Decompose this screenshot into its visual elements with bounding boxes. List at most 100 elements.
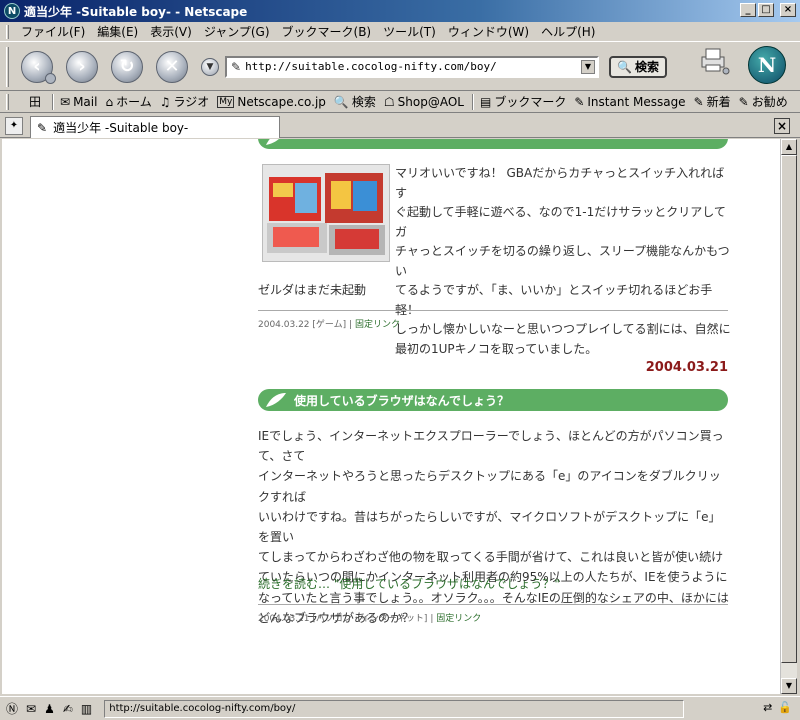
menu-file[interactable]: ファイル(F) (15, 23, 91, 40)
menu-edit[interactable]: 編集(E) (91, 23, 144, 40)
new-tab-button[interactable]: ✦ (5, 117, 23, 135)
menu-view[interactable]: 表示(V) (144, 23, 198, 40)
tab-bar: ✦ ✎ 適当少年 -Suitable boy- × (0, 114, 800, 138)
forward-arrow-icon: › (78, 56, 86, 77)
minimize-button[interactable]: _ (740, 3, 756, 17)
search-link[interactable]: 🔍 検索 (334, 93, 376, 110)
scroll-thumb[interactable] (781, 155, 797, 663)
menu-help[interactable]: ヘルプ(H) (535, 23, 601, 40)
link-icon: ✎ (693, 94, 704, 109)
scroll-down-button[interactable]: ▼ (781, 678, 797, 694)
toolbar-grip[interactable] (6, 24, 9, 39)
url-bar[interactable]: ✎ http://suitable.cocolog-nifty.com/boy/… (225, 55, 599, 78)
aim-icon[interactable]: ♟ (44, 702, 55, 716)
link-icon: ✎ (574, 94, 585, 109)
window-title: 適当少年 -Suitable boy- - Netscape (24, 4, 248, 19)
composer-icon[interactable]: ✍ (63, 702, 73, 716)
history-dropdown-button[interactable]: ▼ (201, 57, 219, 76)
post-header-cut (258, 139, 728, 149)
close-button[interactable]: × (780, 3, 796, 17)
post1-permalink[interactable]: 固定リンク (355, 320, 400, 330)
close-tab-button[interactable]: × (774, 118, 790, 134)
navigation-toolbar: ‹ › ↻ ✕ ▼ ✎ http://suitable.cocolog-nift… (0, 43, 800, 91)
netscape-status-icon[interactable]: Ⓝ (6, 700, 18, 717)
search-button[interactable]: 🔍 検索 (609, 55, 667, 78)
netscape-app-icon[interactable]: N (4, 3, 20, 19)
post2-title[interactable]: 使用しているブラウザはなんでしょう？ (294, 392, 509, 409)
new-tab-icon: ✦ (9, 120, 19, 131)
leaf-icon (266, 393, 286, 407)
shop-icon: ☖ (383, 94, 395, 109)
maximize-button[interactable]: □ (758, 3, 774, 17)
page-content: マリオいいですね！ GBAだからカチャっとスイッチ入れればす ぐ起動して手軽に遊… (2, 139, 780, 694)
bookmark-folder-icon: ▤ (479, 94, 492, 109)
security-lock-icon[interactable]: 🔓 (778, 701, 792, 714)
window-controls: _ □ × (740, 3, 796, 17)
address-book-icon[interactable]: ▥ (81, 702, 92, 716)
mail-icon: ✉ (60, 94, 71, 109)
arrow-up-icon: ▲ (785, 142, 793, 151)
leaf-icon (266, 139, 279, 145)
page-link-icon: ✎ (231, 59, 242, 74)
instant-message-link[interactable]: ✎ Instant Message (574, 95, 685, 109)
url-dropdown-button[interactable]: ▼ (581, 59, 595, 74)
reload-icon: ↻ (119, 56, 135, 77)
back-arrow-icon: ‹ (33, 56, 41, 77)
post2-header[interactable]: 使用しているブラウザはなんでしょう？ (258, 389, 728, 411)
arrow-down-icon: ▼ (785, 681, 793, 690)
connection-icon: ⇄ (763, 701, 773, 714)
status-indicators: ⇄ 🔓 (763, 701, 792, 714)
magnifier-icon: 🔍 (617, 59, 632, 74)
forward-button[interactable]: › (66, 50, 98, 83)
scroll-up-button[interactable]: ▲ (781, 139, 797, 155)
post2-date-header: 2004.03.21 (645, 360, 728, 375)
stop-button[interactable]: ✕ (156, 50, 188, 83)
home-link[interactable]: ⌂ ホーム (105, 93, 151, 110)
print-icon[interactable] (698, 47, 730, 75)
home-icon: ⌂ (105, 94, 114, 109)
toolbar-grip[interactable] (6, 46, 9, 87)
recommend-link[interactable]: ✎ お勧め (739, 93, 788, 110)
post1-date: 2004.03.22 (258, 320, 310, 330)
search-button-label: 検索 (634, 60, 659, 74)
radio-link[interactable]: ♫ ラジオ (160, 93, 210, 110)
post2-category[interactable]: [パソコン・インターネット] (312, 614, 427, 624)
post2-date: 2004.03.21 (258, 614, 310, 624)
post2-meta: 2004.03.21 [パソコン・インターネット] | 固定リンク (258, 604, 728, 624)
chevron-down-icon: ▼ (206, 61, 214, 72)
tab-current[interactable]: ✎ 適当少年 -Suitable boy- (30, 116, 280, 138)
post1-category[interactable]: [ゲーム] (312, 320, 346, 330)
menu-bar: ファイル(F) 編集(E) 表示(V) ジャンプ(G) ブックマーク(B) ツー… (0, 22, 800, 42)
sidebar-toggle-button[interactable]: 田 (29, 93, 44, 110)
url-text[interactable]: http://suitable.cocolog-nifty.com/boy/ (245, 60, 497, 73)
mail-link[interactable]: ✉ Mail (60, 95, 97, 109)
toolbar-grip[interactable] (6, 93, 9, 110)
shop-aol-link[interactable]: ☖ Shop@AOL (384, 95, 464, 109)
search-icon: 🔍 (333, 94, 349, 109)
gba-boxes-image (263, 165, 389, 261)
vertical-scrollbar[interactable]: ▲ ▼ (780, 139, 797, 694)
tabs-icon: 田 (29, 95, 42, 109)
reload-button[interactable]: ↻ (111, 50, 143, 83)
menu-window[interactable]: ウィンドウ(W) (442, 23, 535, 40)
chevron-down-icon: ▼ (584, 61, 592, 71)
netscape-jp-link[interactable]: My Netscape.co.jp (217, 95, 326, 109)
my-icon: My (217, 95, 235, 108)
link-icon: ✎ (738, 94, 749, 109)
tab-title: 適当少年 -Suitable boy- (53, 121, 189, 135)
stop-icon: ✕ (164, 56, 180, 77)
new-link[interactable]: ✎ 新着 (694, 93, 731, 110)
post1-meta: 2004.03.22 [ゲーム] | 固定リンク (258, 310, 728, 330)
bookmarks-link[interactable]: ▤ ブックマーク (480, 93, 566, 110)
post2-permalink[interactable]: 固定リンク (436, 614, 481, 624)
back-button[interactable]: ‹ (21, 50, 56, 84)
game-product-image[interactable] (262, 164, 390, 262)
mail-icon[interactable]: ✉ (26, 702, 36, 716)
status-url: http://suitable.cocolog-nifty.com/boy/ (104, 699, 685, 718)
netscape-logo[interactable]: N (748, 46, 786, 84)
menu-go[interactable]: ジャンプ(G) (198, 23, 276, 40)
menu-tools[interactable]: ツール(T) (377, 23, 442, 40)
page-link-icon: ✎ (37, 120, 48, 135)
menu-bookmarks[interactable]: ブックマーク(B) (276, 23, 378, 40)
read-more-link[interactable]: 続きを読む… "使用しているブラウザはなんでしょう？" (258, 575, 560, 592)
